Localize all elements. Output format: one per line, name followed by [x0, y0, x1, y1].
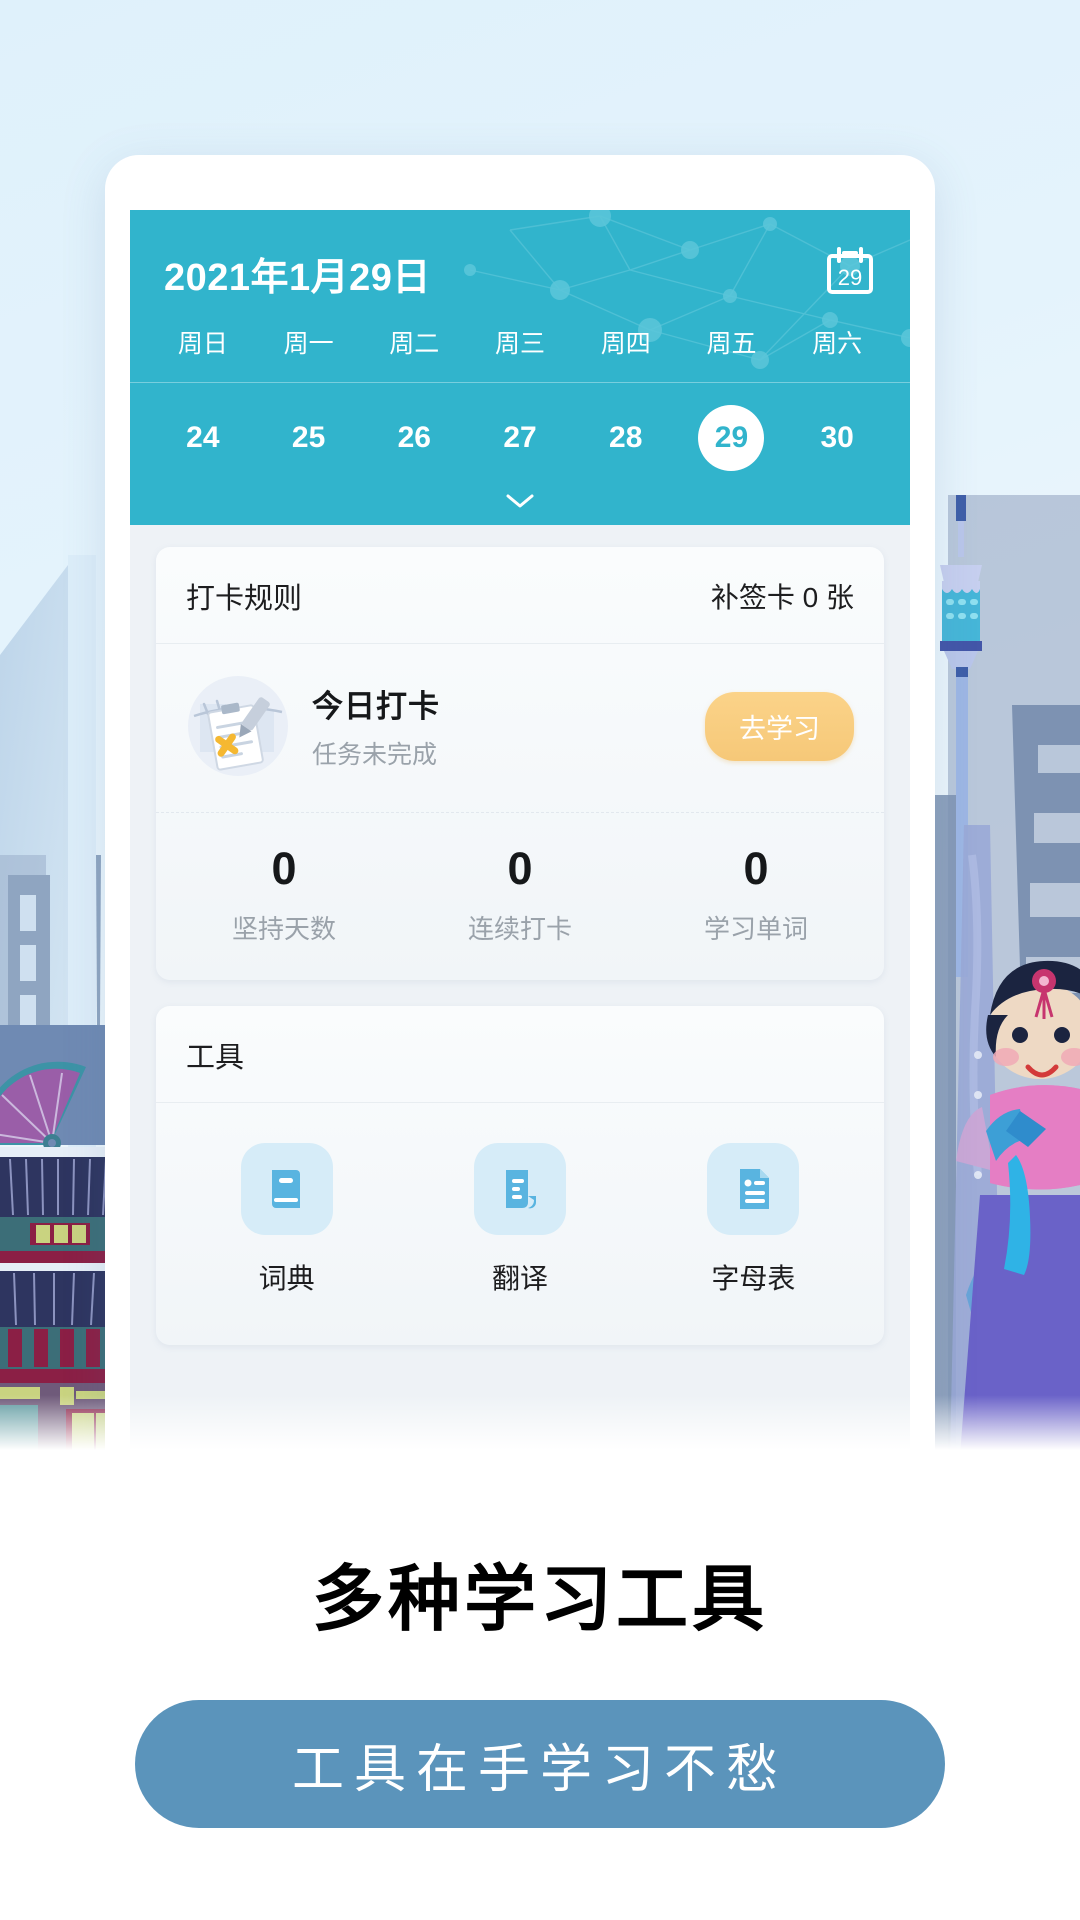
date-cell-27[interactable]: 27 [487, 405, 553, 471]
expand-calendar-button[interactable] [130, 477, 910, 525]
checkin-card: 打卡规则 补签卡 0 张 今日打卡 任务未完成 去学习 0 坚持天数 0 连续打… [156, 547, 884, 980]
checkin-clipboard-illustration [188, 676, 288, 776]
tool-label: 翻译 [491, 1263, 548, 1294]
alphabet-file-icon [740, 1169, 770, 1209]
weekday-fri: 周五 [706, 330, 757, 358]
calendar-icon-day: 29 [838, 265, 862, 290]
date-cell-24[interactable]: 24 [170, 405, 236, 471]
tools-card: 工具 词典 翻译 字母表 [156, 1006, 884, 1345]
checkin-card-header: 打卡规则 补签卡 0 张 [156, 547, 884, 644]
date-row: 24 25 26 27 28 29 30 [130, 383, 910, 477]
date-cell-29-selected[interactable]: 29 [698, 405, 765, 471]
tool-icon-wrap [240, 1143, 333, 1235]
scene-bottom-fade [0, 1395, 1080, 1455]
stats-row: 0 坚持天数 0 连续打卡 0 学习单词 [156, 813, 884, 980]
tool-label: 词典 [258, 1263, 315, 1294]
weekday-mon: 周一 [283, 330, 334, 358]
translate-document-icon [505, 1170, 536, 1209]
makeup-cards-count[interactable]: 补签卡 0 张 [711, 576, 854, 616]
phone-screen: 2021年1月29日 29 周日 周一 周二 周三 周四 周五 周六 24 25… [130, 210, 910, 1455]
stat-value: 0 [271, 843, 297, 894]
calendar-header: 2021年1月29日 29 周日 周一 周二 周三 周四 周五 周六 24 25… [130, 210, 910, 525]
phone-mockup: 2021年1月29日 29 周日 周一 周二 周三 周四 周五 周六 24 25… [105, 155, 935, 1455]
date-cell-wrap[interactable]: 28 [573, 405, 679, 471]
stat-value: 0 [743, 843, 769, 894]
today-checkin-title: 今日打卡 [312, 689, 440, 724]
date-cell-30[interactable]: 30 [804, 405, 870, 471]
tools-grid: 词典 翻译 字母表 [156, 1103, 884, 1345]
tool-icon-wrap [473, 1143, 566, 1235]
calendar-title-row: 2021年1月29日 29 [130, 210, 910, 306]
tools-title: 工具 [186, 1042, 245, 1074]
tools-card-header: 工具 [156, 1006, 884, 1103]
date-cell-wrap[interactable]: 24 [150, 405, 256, 471]
calendar-icon: 29 [827, 246, 873, 294]
date-cell-26[interactable]: 26 [381, 405, 447, 471]
promo-scene: 2021年1月29日 29 周日 周一 周二 周三 周四 周五 周六 24 25… [0, 0, 1080, 1455]
weekday-sat: 周六 [812, 330, 863, 358]
today-checkin-status: 任务未完成 [312, 741, 438, 769]
date-cell-25[interactable]: 25 [276, 405, 342, 471]
stat-label: 学习单词 [703, 914, 808, 944]
weekday-wed: 周三 [495, 330, 546, 358]
weekday-thu: 周四 [600, 330, 651, 358]
calendar-picker-button[interactable]: 29 [824, 245, 876, 302]
date-cell-wrap[interactable]: 26 [361, 405, 467, 471]
calendar-date-title: 2021年1月29日 [164, 256, 431, 299]
today-checkin-row: 今日打卡 任务未完成 去学习 [156, 644, 884, 813]
tool-alphabet[interactable]: 字母表 [637, 1143, 870, 1297]
stat-persist-days: 0 坚持天数 [166, 843, 402, 946]
go-study-button[interactable]: 去学习 [705, 691, 854, 761]
screen-body: 打卡规则 补签卡 0 张 今日打卡 任务未完成 去学习 0 坚持天数 0 连续打… [130, 525, 910, 1345]
tool-icon-wrap [707, 1143, 800, 1235]
stat-words-learned: 0 学习单词 [638, 843, 874, 946]
date-cell-wrap[interactable]: 25 [256, 405, 362, 471]
date-cell-wrap[interactable]: 29 [679, 405, 785, 471]
stat-label: 坚持天数 [231, 914, 336, 944]
checkin-rules-link[interactable]: 打卡规则 [186, 575, 302, 617]
right-city-illustration [920, 495, 1080, 1455]
promo-cta-button[interactable]: 工具在手学习不愁 [135, 1700, 945, 1828]
stat-continuous-checkin: 0 连续打卡 [402, 843, 638, 946]
today-checkin-text: 今日打卡 任务未完成 [312, 681, 705, 771]
date-cell-wrap[interactable]: 27 [467, 405, 573, 471]
book-icon [271, 1170, 300, 1208]
weekday-row: 周日 周一 周二 周三 周四 周五 周六 [130, 306, 910, 383]
stat-value: 0 [507, 843, 533, 894]
tool-label: 字母表 [711, 1263, 796, 1294]
tool-translate[interactable]: 翻译 [403, 1143, 636, 1297]
date-cell-wrap[interactable]: 30 [784, 405, 890, 471]
promo-headline: 多种学习工具 [311, 1560, 768, 1640]
stat-label: 连续打卡 [467, 914, 572, 944]
tool-dictionary[interactable]: 词典 [170, 1143, 403, 1297]
chevron-down-icon [506, 494, 534, 508]
weekday-sun: 周日 [177, 330, 228, 358]
weekday-tue: 周二 [389, 330, 440, 358]
date-cell-28[interactable]: 28 [593, 405, 659, 471]
